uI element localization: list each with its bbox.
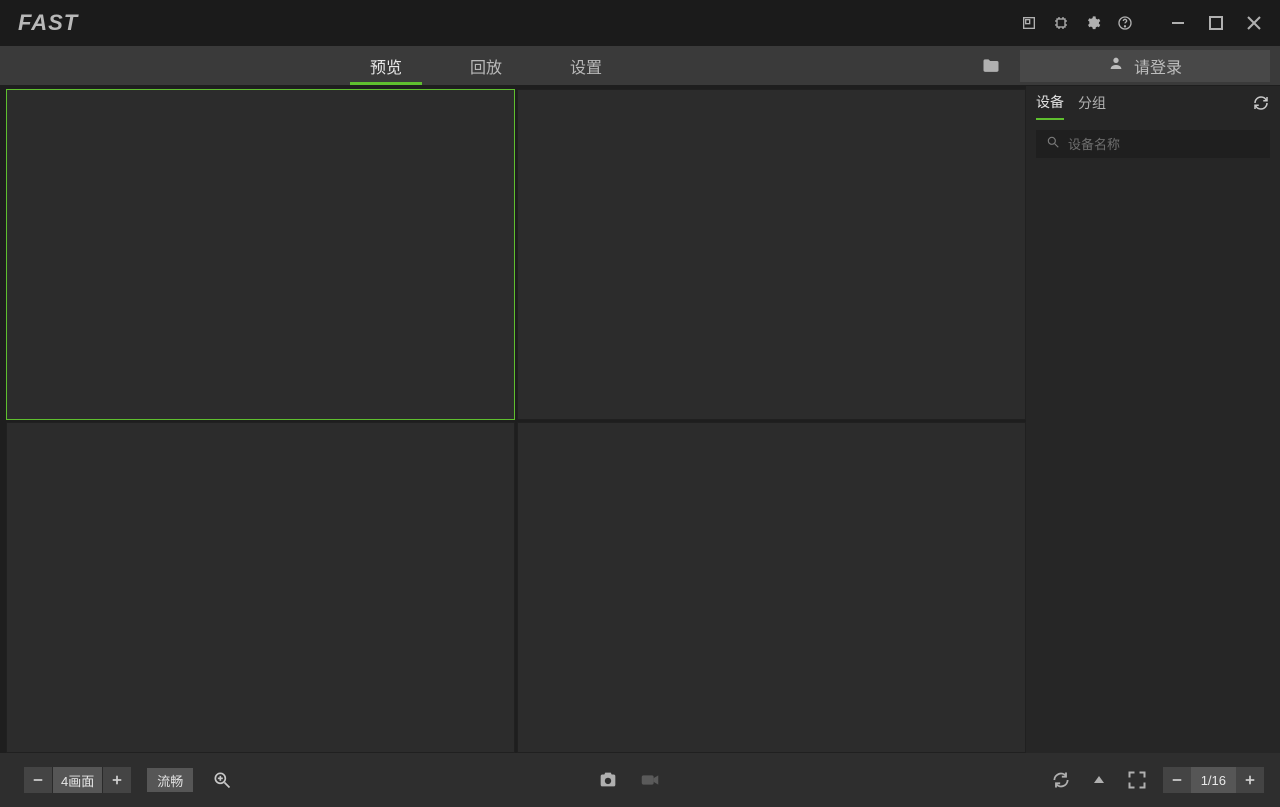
device-search-input[interactable] — [1068, 137, 1260, 152]
bottombar-right: 1/16 — [1049, 767, 1264, 793]
device-search — [1036, 130, 1270, 158]
sidebar-tab-group[interactable]: 分组 — [1078, 93, 1106, 119]
help-icon[interactable] — [1116, 14, 1134, 32]
bottombar-center — [596, 768, 662, 792]
video-cell-3[interactable] — [6, 422, 515, 753]
window-controls — [1166, 11, 1266, 35]
tab-settings[interactable]: 设置 — [542, 46, 630, 85]
login-button[interactable]: 请登录 — [1020, 50, 1270, 82]
layout-value: 4画面 — [52, 767, 103, 793]
zoom-in-icon[interactable] — [209, 767, 235, 793]
layout-decrease-button[interactable] — [24, 767, 52, 793]
sidebar-tabs: 设备 分组 — [1036, 92, 1270, 120]
sidebar-tab-device[interactable]: 设备 — [1036, 92, 1064, 120]
video-cell-4[interactable] — [517, 422, 1026, 753]
titlebar: FAST — [0, 0, 1280, 46]
main-tabbar: 预览 回放 设置 请登录 — [0, 46, 1280, 86]
layout-stepper: 4画面 — [24, 767, 131, 793]
content-area: 设备 分组 — [0, 86, 1280, 753]
video-cell-2[interactable] — [517, 89, 1026, 420]
folder-icon[interactable] — [974, 49, 1008, 83]
page-next-button[interactable] — [1236, 767, 1264, 793]
tab-preview[interactable]: 预览 — [342, 46, 430, 85]
tab-playback[interactable]: 回放 — [442, 46, 530, 85]
user-icon — [1108, 55, 1124, 76]
triangle-up-icon[interactable] — [1087, 768, 1111, 792]
search-icon — [1046, 135, 1060, 154]
fullscreen-icon[interactable] — [1125, 768, 1149, 792]
cpu-icon[interactable] — [1052, 14, 1070, 32]
screenshot-icon[interactable] — [1020, 14, 1038, 32]
video-grid — [6, 89, 1026, 753]
page-stepper: 1/16 — [1163, 767, 1264, 793]
refresh-icon[interactable] — [1252, 94, 1270, 112]
video-cell-1[interactable] — [6, 89, 515, 420]
titlebar-tools — [1020, 11, 1266, 35]
minimize-button[interactable] — [1166, 11, 1190, 35]
camera-icon[interactable] — [596, 768, 620, 792]
app-logo: FAST — [18, 10, 78, 36]
record-icon[interactable] — [638, 768, 662, 792]
right-sidebar: 设备 分组 — [1026, 86, 1280, 753]
bottombar-left: 4画面 流畅 — [24, 767, 235, 793]
close-button[interactable] — [1242, 11, 1266, 35]
tabbar-right: 请登录 — [974, 46, 1280, 85]
bottombar: 4画面 流畅 1/16 — [0, 753, 1280, 807]
maximize-button[interactable] — [1204, 11, 1228, 35]
login-label: 请登录 — [1134, 54, 1182, 78]
page-prev-button[interactable] — [1163, 767, 1191, 793]
cycle-icon[interactable] — [1049, 768, 1073, 792]
gear-icon[interactable] — [1084, 14, 1102, 32]
page-value: 1/16 — [1191, 767, 1236, 793]
layout-increase-button[interactable] — [103, 767, 131, 793]
quality-button[interactable]: 流畅 — [147, 768, 193, 792]
main-tabs: 预览 回放 设置 — [0, 46, 636, 85]
